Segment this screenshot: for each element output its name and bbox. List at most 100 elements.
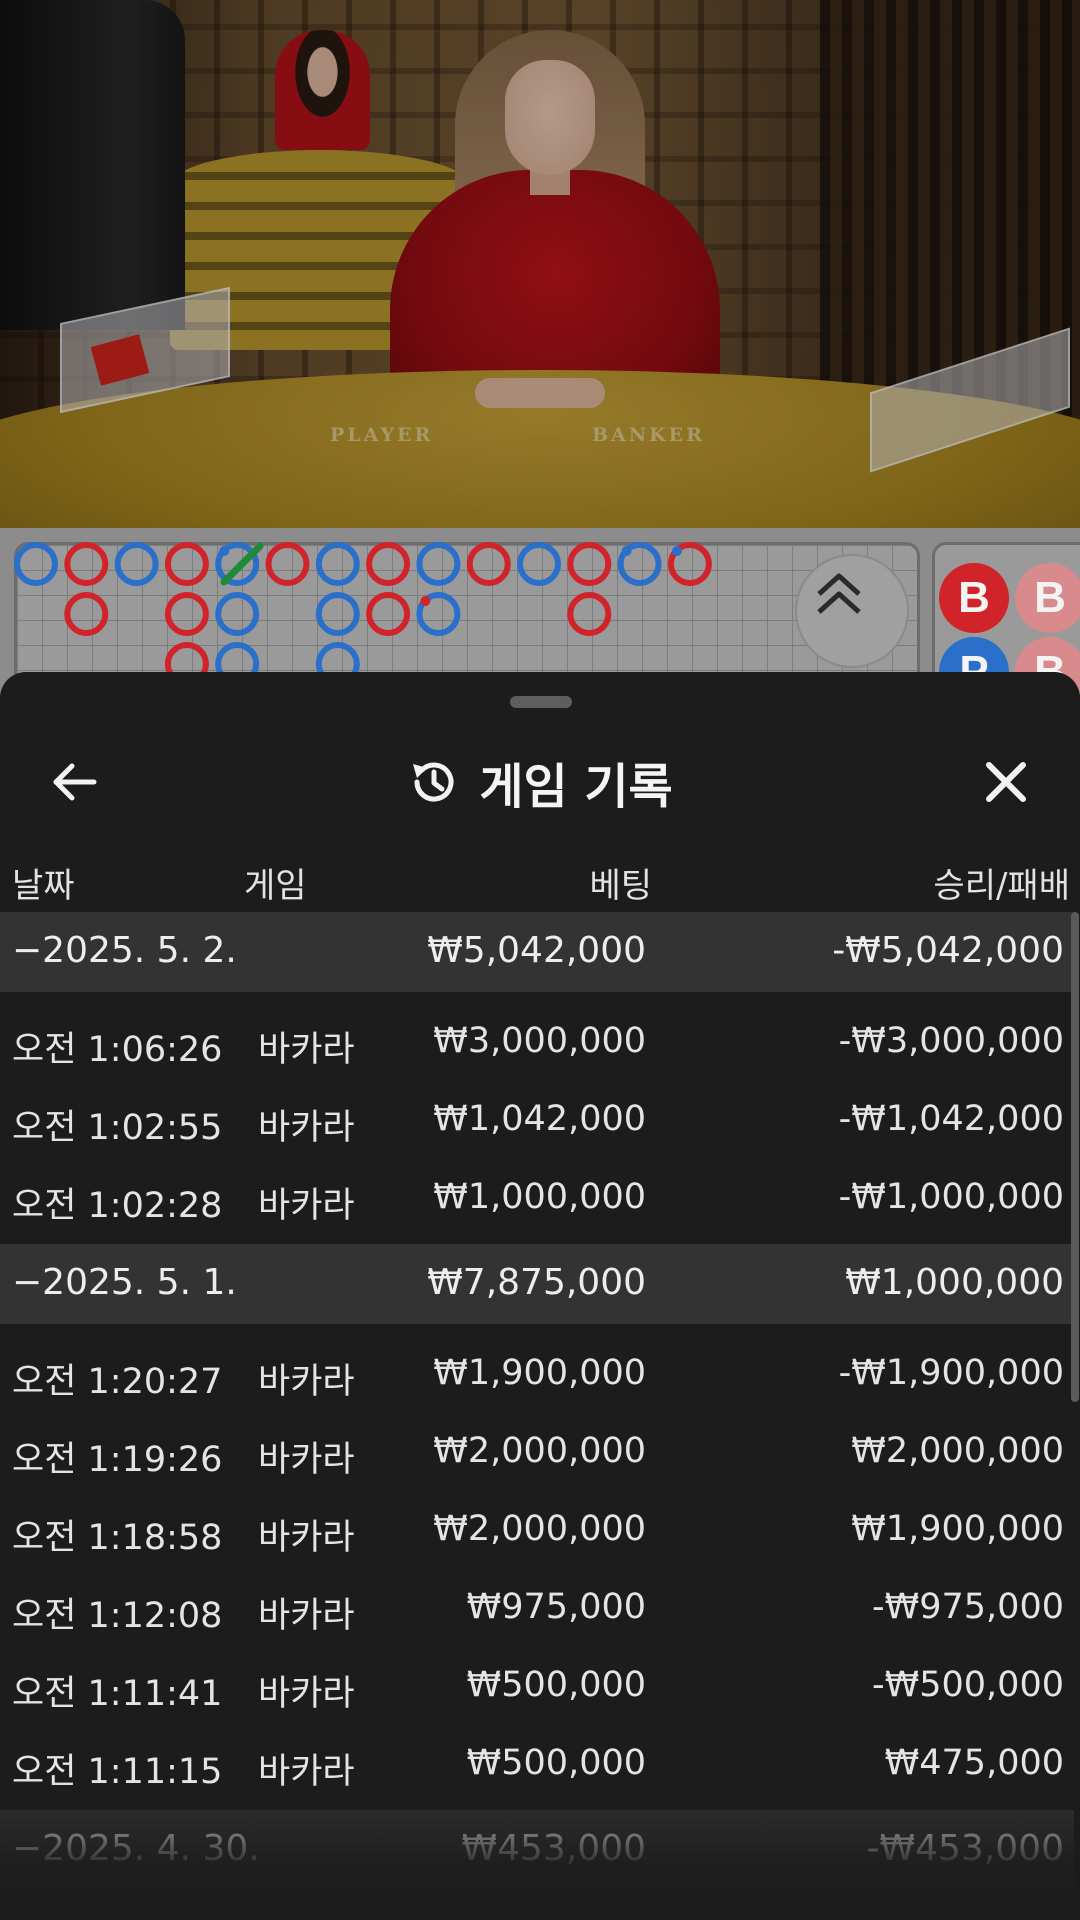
row-game: 바카라	[258, 1596, 355, 1636]
row-bet: ₩3,000,000	[433, 1021, 646, 1061]
side-chip: B	[1015, 563, 1080, 633]
expand-roadmap-button[interactable]	[795, 554, 909, 668]
pair-dot	[420, 596, 431, 606]
row-time: 오전 1:11:41	[12, 1674, 223, 1714]
column-result: 승리/패배	[933, 866, 1070, 906]
road-bead	[14, 542, 58, 586]
group-date: −2025. 4. 30.	[12, 1828, 260, 1869]
row-game: 바카라	[258, 1440, 355, 1480]
row-bet: ₩975,000	[466, 1587, 646, 1627]
row-game: 바카라	[258, 1186, 355, 1226]
road-bead	[315, 592, 360, 636]
row-game: 바카라	[258, 1030, 355, 1070]
row-time: 오전 1:19:26	[12, 1440, 223, 1480]
row-game: 바카라	[258, 1518, 355, 1558]
road-bead	[265, 542, 310, 586]
row-time: 오전 1:02:28	[12, 1186, 223, 1226]
pair-dot	[219, 546, 230, 556]
history-row[interactable]: 오전 1:18:58 바카라 ₩2,000,000 ₩1,900,000	[0, 1490, 1074, 1568]
side-chip: B	[939, 563, 1009, 633]
row-bet: ₩500,000	[466, 1665, 646, 1705]
column-header-row: 날짜 게임 베팅 승리/패배	[0, 840, 1080, 914]
row-time: 오전 1:02:55	[12, 1108, 223, 1148]
back-button[interactable]	[44, 754, 104, 810]
row-game: 바카라	[258, 1752, 355, 1792]
road-bead	[416, 542, 461, 586]
date-group-row[interactable]: −2025. 5. 2. ₩5,042,000 -₩5,042,000	[0, 912, 1074, 992]
row-result: ₩475,000	[884, 1743, 1064, 1783]
group-bet-total: ₩453,000	[461, 1828, 646, 1869]
history-icon	[413, 762, 454, 802]
row-bet: ₩500,000	[466, 1743, 646, 1783]
history-row[interactable]: 오전 1:19:26 바카라 ₩2,000,000 ₩2,000,000	[0, 1412, 1074, 1490]
history-row[interactable]: 오전 1:11:15 바카라 ₩500,000 ₩475,000	[0, 1724, 1074, 1802]
road-bead	[64, 542, 109, 586]
row-result: -₩500,000	[872, 1665, 1064, 1705]
road-bead	[366, 542, 411, 586]
row-bet: ₩1,000,000	[433, 1177, 646, 1217]
row-result: -₩3,000,000	[838, 1021, 1064, 1061]
road-bead	[315, 542, 360, 586]
row-bet: ₩1,042,000	[433, 1099, 646, 1139]
group-bet-total: ₩5,042,000	[427, 930, 646, 971]
road-bead	[215, 592, 260, 636]
sheet-title: 게임 기록	[479, 759, 673, 815]
scrollbar[interactable]	[1071, 912, 1079, 1402]
road-bead	[567, 542, 612, 586]
pair-dot	[621, 546, 632, 556]
row-result: -₩975,000	[872, 1587, 1064, 1627]
road-bead	[114, 542, 159, 586]
column-game: 게임	[244, 866, 307, 906]
history-row[interactable]: 오전 1:20:27 바카라 ₩1,900,000 -₩1,900,000	[0, 1334, 1074, 1412]
group-date: −2025. 5. 1.	[12, 1262, 237, 1303]
group-date: −2025. 5. 2.	[12, 930, 237, 971]
row-game: 바카라	[258, 1108, 355, 1148]
road-bead	[64, 592, 109, 636]
road-bead	[567, 592, 612, 636]
arrow-left-icon	[53, 763, 97, 801]
chevron-double-up-icon	[817, 573, 861, 614]
date-group-row[interactable]: −2025. 4. 30. ₩453,000 -₩453,000	[0, 1810, 1074, 1890]
row-game: 바카라	[258, 1362, 355, 1402]
row-time: 오전 1:11:15	[12, 1752, 223, 1792]
road-bead	[366, 592, 411, 636]
row-time: 오전 1:18:58	[12, 1518, 223, 1558]
live-video: PLAYER BANKER	[0, 0, 1080, 528]
group-result-total: ₩1,000,000	[845, 1262, 1064, 1303]
road-bead	[517, 542, 561, 586]
group-result-total: -₩453,000	[866, 1828, 1064, 1869]
close-button[interactable]	[976, 752, 1036, 812]
row-time: 오전 1:12:08	[12, 1596, 223, 1636]
history-row[interactable]: 오전 1:02:55 바카라 ₩1,042,000 -₩1,042,000	[0, 1080, 1074, 1158]
group-result-total: -₩5,042,000	[832, 930, 1064, 971]
row-result: -₩1,000,000	[838, 1177, 1064, 1217]
row-result: -₩1,042,000	[838, 1099, 1064, 1139]
column-date: 날짜	[12, 866, 75, 906]
row-result: ₩2,000,000	[851, 1431, 1064, 1471]
history-row[interactable]: 오전 1:06:26 바카라 ₩3,000,000 -₩3,000,000	[0, 1002, 1074, 1080]
column-bet: 베팅	[589, 866, 652, 906]
close-icon	[986, 762, 1026, 802]
history-row[interactable]: 오전 1:11:41 바카라 ₩500,000 -₩500,000	[0, 1646, 1074, 1724]
row-bet: ₩2,000,000	[433, 1509, 646, 1549]
group-bet-total: ₩7,875,000	[427, 1262, 646, 1303]
history-row[interactable]: 오전 1:02:28 바카라 ₩1,000,000 -₩1,000,000	[0, 1158, 1074, 1236]
road-bead	[164, 592, 209, 636]
road-bead	[466, 542, 511, 586]
row-time: 오전 1:20:27	[12, 1362, 223, 1402]
history-row[interactable]: 오전 1:12:08 바카라 ₩975,000 -₩975,000	[0, 1568, 1074, 1646]
sheet-header: 게임 기록	[0, 732, 1080, 832]
row-bet: ₩2,000,000	[433, 1431, 646, 1471]
date-group-row[interactable]: −2025. 5. 1. ₩7,875,000 ₩1,000,000	[0, 1244, 1074, 1324]
road-bead	[164, 542, 209, 586]
row-result: ₩1,900,000	[851, 1509, 1064, 1549]
row-bet: ₩1,900,000	[433, 1353, 646, 1393]
pair-dot	[671, 546, 682, 556]
row-result: -₩1,900,000	[838, 1353, 1064, 1393]
row-time: 오전 1:06:26	[12, 1030, 223, 1070]
game-history-sheet: 게임 기록 날짜 게임 베팅 승리/패배 −2025. 5. 2. ₩5,042,…	[0, 672, 1080, 1920]
history-list[interactable]: −2025. 5. 2. ₩5,042,000 -₩5,042,000 오전 1:06…	[0, 912, 1074, 1920]
drag-handle[interactable]	[510, 696, 572, 708]
video-shade	[0, 0, 1080, 528]
row-game: 바카라	[258, 1674, 355, 1714]
